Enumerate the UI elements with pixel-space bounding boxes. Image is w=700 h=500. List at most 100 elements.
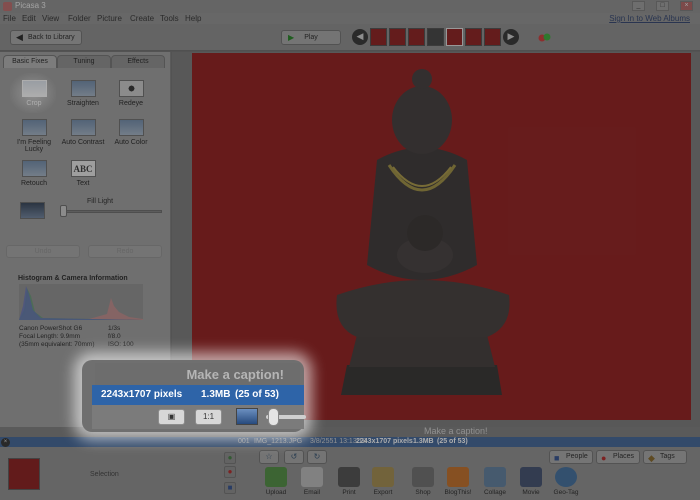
email-icon <box>301 467 323 487</box>
menu-picture[interactable]: Picture <box>97 14 122 23</box>
menu-edit[interactable]: Edit <box>22 14 36 23</box>
tags-label: Tags <box>660 453 675 460</box>
filmstrip-thumb[interactable] <box>465 28 482 46</box>
camera-model: Canon PowerShot G6 <box>19 325 83 332</box>
tag-icon: ◆ <box>648 453 655 463</box>
caption-input[interactable]: Make a caption! <box>424 426 488 436</box>
camera-info-left: Canon PowerShot G6 Focal Length: 9.9mm (… <box>19 325 95 349</box>
retouch-tool[interactable]: Retouch <box>7 160 61 187</box>
fill-light-icon <box>20 202 45 219</box>
fit-to-window-button[interactable]: ▣ <box>158 409 185 425</box>
fill-light-label: Fill Light <box>86 198 114 205</box>
collage-action[interactable]: Collage <box>475 467 515 496</box>
close-button[interactable]: × <box>680 1 693 11</box>
movie-icon <box>520 467 542 487</box>
fill-light-slider[interactable] <box>62 210 162 213</box>
crop-tool[interactable]: Crop <box>7 80 61 107</box>
tab-basic-fixes[interactable]: Basic Fixes <box>3 55 57 68</box>
people-button[interactable]: ■ People <box>549 450 593 464</box>
blogthis-label: BlogThis! <box>444 489 472 496</box>
feeling-lucky-tool[interactable]: I'm Feeling Lucky <box>7 119 61 153</box>
shop-icon <box>412 467 434 487</box>
email-action[interactable]: Email <box>292 467 332 496</box>
auto-color-tool[interactable]: Auto Color <box>104 119 158 146</box>
auto-contrast-tool[interactable]: Auto Contrast <box>56 119 110 146</box>
zoom-slider-handle[interactable] <box>268 408 279 426</box>
callout-caption[interactable]: Make a caption! <box>95 363 300 385</box>
statue-photo <box>336 69 510 395</box>
movie-label: Movie <box>522 489 540 496</box>
photo-dimensions: 2243x1707 pixels <box>356 438 413 445</box>
sign-in-link[interactable]: Sign In to Web Albums <box>609 14 690 23</box>
minimize-button[interactable]: _ <box>632 1 645 11</box>
straighten-label: Straighten <box>67 100 99 107</box>
text-tool[interactable]: ABC Text <box>56 160 110 187</box>
back-to-library-button[interactable]: ◀ Back to Library <box>10 30 82 45</box>
tags-button[interactable]: ◆ Tags <box>643 450 687 464</box>
photo-filename: IMG_1213.JPG <box>254 438 303 445</box>
fill-light-slider-handle[interactable] <box>60 205 67 217</box>
histogram-title: Histogram & Camera Information <box>18 275 128 282</box>
actual-size-button[interactable]: 1:1 <box>195 409 222 425</box>
clear-icon[interactable]: ● <box>224 466 236 478</box>
straighten-tool[interactable]: Straighten <box>56 80 110 107</box>
rotate-right-icon[interactable]: ↻ <box>307 450 327 464</box>
menu-view[interactable]: View <box>42 14 59 23</box>
tray-thumbnail[interactable] <box>8 458 40 490</box>
collage-icon <box>484 467 506 487</box>
window-title: Picasa 3 <box>15 1 46 10</box>
play-slideshow-button[interactable]: ▶ Play <box>281 30 341 45</box>
filmstrip-thumb[interactable] <box>389 28 406 46</box>
blogger-icon <box>447 467 469 487</box>
redeye-tool[interactable]: Redeye <box>104 80 158 107</box>
picasa-app-icon <box>3 2 12 11</box>
next-photo-icon[interactable]: ▶ <box>503 29 519 45</box>
menu-folder[interactable]: Folder <box>68 14 91 23</box>
hold-icon[interactable]: ● <box>224 452 236 464</box>
text-icon: ABC <box>70 160 96 177</box>
camera-iso: ISO: 100 <box>108 341 134 348</box>
movie-action[interactable]: Movie <box>511 467 551 496</box>
feeling-lucky-label: I'm Feeling Lucky <box>16 139 51 153</box>
menu-help[interactable]: Help <box>185 14 201 23</box>
zoom-photo-icon <box>236 408 258 425</box>
crop-label: Crop <box>26 100 42 107</box>
menu-tools[interactable]: Tools <box>160 14 179 23</box>
tab-effects[interactable]: Effects <box>111 55 165 68</box>
maximize-button[interactable]: □ <box>656 1 669 11</box>
straighten-icon <box>70 80 96 97</box>
places-button[interactable]: ● Places <box>596 450 640 464</box>
filmstrip-thumb[interactable] <box>408 28 425 46</box>
filmstrip-thumb[interactable] <box>370 28 387 46</box>
callout-dimensions: 2243x1707 pixels <box>101 389 183 400</box>
redo-button[interactable]: Redo <box>88 245 162 258</box>
close-info-icon[interactable]: × <box>1 438 10 447</box>
slideshow-options-icon[interactable] <box>538 32 552 42</box>
retouch-icon <box>21 160 47 177</box>
selection-label: Selection <box>90 471 119 478</box>
filmstrip-thumb-selected[interactable] <box>446 28 463 46</box>
undo-button[interactable]: Undo <box>6 245 80 258</box>
callout-info-bar: 2243x1707 pixels 1.3MB (25 of 53) <box>92 385 304 405</box>
print-icon <box>338 467 360 487</box>
tab-tuning[interactable]: Tuning <box>57 55 111 68</box>
filmstrip-thumb[interactable] <box>427 28 444 46</box>
add-to-icon[interactable]: ■ <box>224 482 236 494</box>
crop-icon <box>21 80 47 97</box>
feeling-lucky-icon <box>21 119 47 136</box>
menu-file[interactable]: File <box>3 14 16 23</box>
filmstrip-thumb[interactable] <box>484 28 501 46</box>
shop-action[interactable]: Shop <box>403 467 443 496</box>
rotate-left-icon[interactable]: ↺ <box>284 450 304 464</box>
upload-icon <box>265 467 287 487</box>
export-action[interactable]: Export <box>363 467 403 496</box>
blogthis-action[interactable]: BlogThis! <box>438 467 478 496</box>
star-button[interactable]: ☆ <box>259 450 279 464</box>
geotag-action[interactable]: Geo-Tag <box>546 467 586 496</box>
menu-create[interactable]: Create <box>130 14 154 23</box>
camera-info-right: 1/3s f/8.0 ISO: 100 <box>108 325 134 349</box>
photo-info-bar: 001 IMG_1213.JPG 3/8/2551 13:13:18 2243x… <box>0 437 700 447</box>
upload-action[interactable]: Upload <box>256 467 296 496</box>
export-icon <box>372 467 394 487</box>
previous-photo-icon[interactable]: ◀ <box>352 29 368 45</box>
